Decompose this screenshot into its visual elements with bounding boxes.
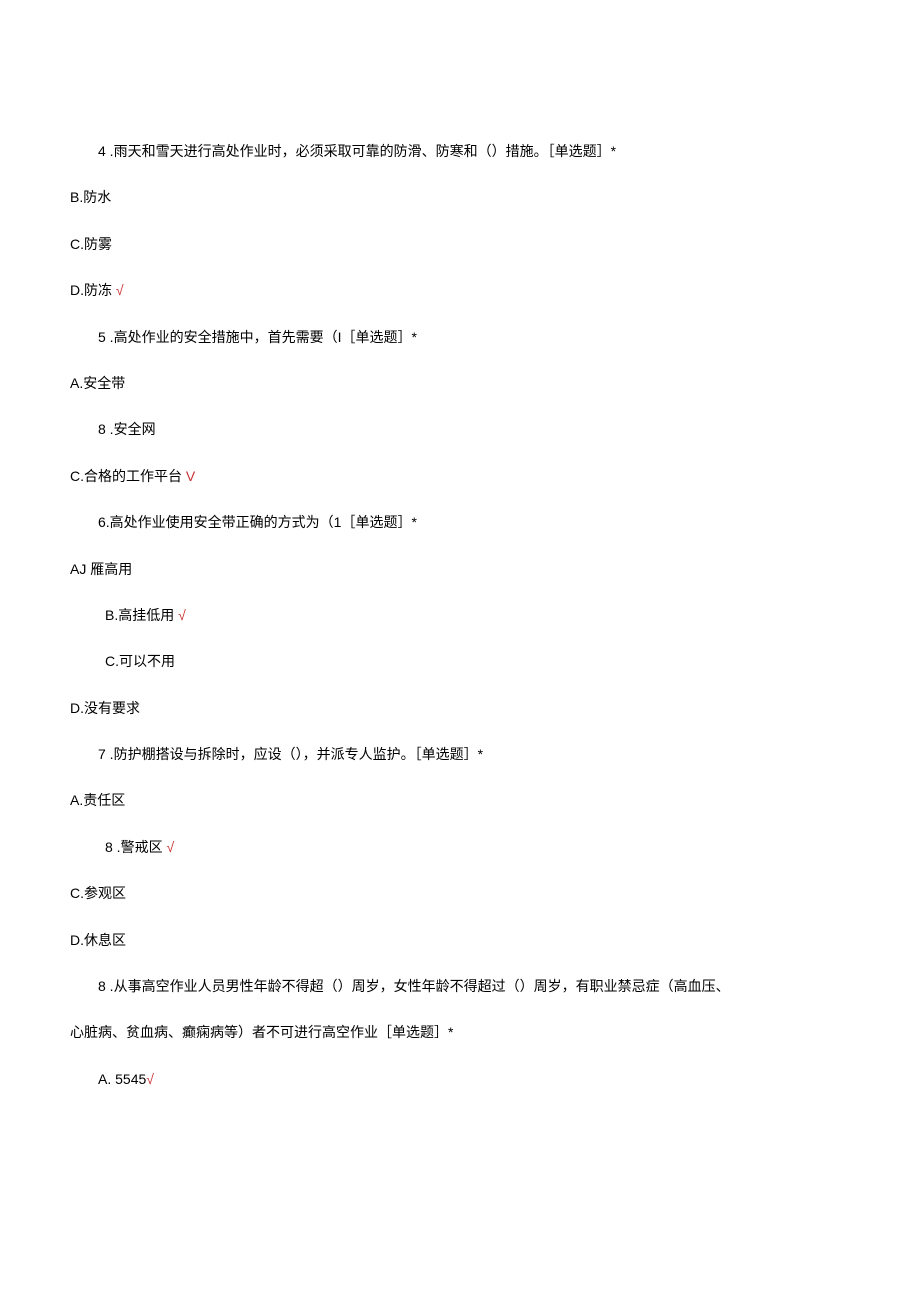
option-d-label: D.防冻 [70,282,116,298]
question-5-option-a: A.安全带 [70,372,850,394]
correct-mark-icon: √ [178,607,186,623]
question-6-text: 6.高处作业使用安全带正确的方式为（1［单选题］* [70,511,850,533]
question-4-option-c: C.防雾 [70,233,850,255]
question-7-option-a: A.责任区 [70,789,850,811]
question-7-option-c: C.参观区 [70,882,850,904]
option-c-label: C.合格的工作平台 [70,468,186,484]
option-b-label: 8 .警戒区 [105,839,166,855]
correct-mark-icon: √ [146,1071,154,1087]
question-4-text: 4 .雨天和雪天进行高处作业时，必须采取可靠的防滑、防寒和（）措施。［单选题］* [70,140,850,162]
question-7-option-b: 8 .警戒区 √ [70,836,850,858]
correct-mark-icon: V [186,468,195,484]
question-8-option-a: A. 5545√ [70,1068,850,1090]
question-8-text-line1: 8 .从事高空作业人员男性年龄不得超（）周岁，女性年龄不得超过（）周岁，有职业禁… [70,975,850,997]
question-5-text: 5 .高处作业的安全措施中，首先需要（I［单选题］* [70,326,850,348]
question-8-text-line2: 心脏病、贫血病、癫痫病等）者不可进行高空作业［单选题］* [70,1021,850,1043]
correct-mark-icon: √ [116,282,124,298]
option-b-label: B.高挂低用 [105,607,178,623]
question-6-option-b: B.高挂低用 √ [70,604,850,626]
question-4-option-b: B.防水 [70,186,850,208]
correct-mark-icon: √ [166,839,174,855]
question-4-option-d: D.防冻 √ [70,279,850,301]
question-6-option-a: AJ 雁高用 [70,558,850,580]
question-5-option-c: C.合格的工作平台 V [70,465,850,487]
question-7-text: 7 .防护棚搭设与拆除时，应设（），并派专人监护。［单选题］* [70,743,850,765]
question-5-option-b: 8 .安全网 [70,418,850,440]
question-7-option-d: D.休息区 [70,929,850,951]
question-6-option-c: C.可以不用 [70,650,850,672]
option-a-label: A. 5545 [98,1071,146,1087]
question-6-option-d: D.没有要求 [70,697,850,719]
